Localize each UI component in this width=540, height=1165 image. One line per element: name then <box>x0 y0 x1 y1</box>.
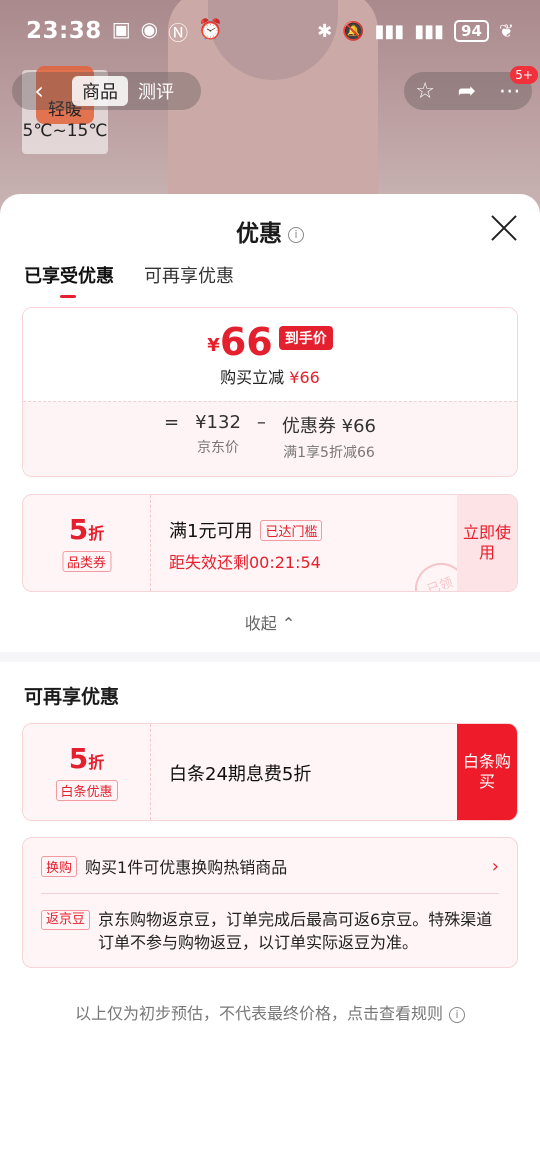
info-icon: i <box>449 1006 465 1023</box>
nfc-icon: Ⓝ <box>168 20 189 45</box>
coupon-value: 优惠券 ¥66 <box>281 416 376 437</box>
currency-symbol: ¥ <box>207 335 220 356</box>
app-notification-icon: ▣ <box>111 16 131 41</box>
signal-2-icon: ▮▮▮ <box>414 20 445 42</box>
discount-sheet: 优惠 i 已享受优惠 可再享优惠 ¥ 66 到手价 购买立减 ¥66 = ¥132… <box>0 194 540 1165</box>
bean-row: 返京豆 京东购物返京豆，订单完成后最高可返6京豆。特殊渠道订单不参与购物返豆，以… <box>41 908 501 954</box>
coupon-discount: 5折 <box>68 513 105 546</box>
leaf-icon: ❦ <box>498 20 514 42</box>
tab-review[interactable]: 测评 <box>128 76 184 106</box>
tab-enjoyed-discounts[interactable]: 已享受优惠 <box>24 262 114 298</box>
section-divider <box>0 652 540 662</box>
baitiao-title: 白条24期息费5折 <box>169 764 312 785</box>
bluetooth-icon: ✱ <box>317 20 333 42</box>
baitiao-coupon-card: 5折 白条优惠 白条24期息费5折 白条购买 <box>22 723 518 821</box>
divider <box>41 893 499 894</box>
close-button[interactable] <box>490 214 518 242</box>
reduce-value: ¥66 <box>289 368 320 387</box>
minus-sign: – <box>256 412 266 433</box>
weather-range: 5℃~15℃ <box>22 121 108 141</box>
discount-sub-tabs: 已享受优惠 可再享优惠 <box>24 262 234 298</box>
exchange-tag: 换购 <box>41 855 78 877</box>
coupon-type-label: 品类券 <box>61 551 112 572</box>
tab-product[interactable]: 商品 <box>72 76 128 106</box>
coupon-countdown: 距失效还剩00:21:54 <box>169 553 321 572</box>
eye-icon: ◉ <box>140 16 159 41</box>
back-button[interactable]: ‹ <box>12 72 66 110</box>
final-price: ¥ 66 到手价 <box>23 322 517 362</box>
status-time: 23:38 <box>26 18 102 44</box>
collapse-toggle[interactable]: 收起 ⌃ <box>0 610 540 634</box>
price-formula: = ¥132 京东价 – 优惠券 ¥66 满1享5折减66 <box>23 412 517 462</box>
extra-benefits-card: 换购 购买1件可优惠换购热销商品 › 返京豆 京东购物返京豆，订单完成后最高可返… <box>22 837 518 968</box>
cart-badge: 5+ <box>510 66 538 84</box>
status-bar: 23:38 ▣ ◉ Ⓝ ⏰ ✱ 🔕 ▮▮▮ ▮▮▮ 94 ❦ <box>0 0 540 62</box>
reduce-label: 购买立减 <box>220 368 285 387</box>
battery-indicator: 94 <box>454 20 489 42</box>
exchange-text: 购买1件可优惠换购热销商品 <box>85 858 288 877</box>
final-price-tag: 到手价 <box>278 326 333 350</box>
bean-text: 京东购物返京豆，订单完成后最高可返6京豆。特殊渠道订单不参与购物返豆，以订单实际… <box>98 910 493 952</box>
alarm-icon: ⏰ <box>198 16 223 41</box>
reduce-line: 购买立减 ¥66 <box>23 364 517 388</box>
jd-price-label: 京东价 <box>197 440 239 456</box>
equals-sign: = <box>164 412 180 433</box>
product-tabs: 商品 测评 <box>66 72 201 110</box>
final-price-value: 66 <box>219 320 273 364</box>
info-icon[interactable]: i <box>288 226 304 243</box>
chevron-left-icon: ‹ <box>34 77 44 105</box>
coupon-rule: 满1享5折减66 <box>283 445 375 461</box>
use-now-button[interactable]: 立即使用 <box>457 495 517 591</box>
sheet-title: 优惠 i <box>0 214 540 248</box>
threshold-tag: 已达门槛 <box>260 519 323 541</box>
footnote-text: 以上仅为初步预估，不代表最终价格，点击查看规则 <box>74 1004 443 1023</box>
system-icons: ✱ 🔕 ▮▮▮ ▮▮▮ 94 ❦ <box>317 20 514 42</box>
exchange-row[interactable]: 换购 购买1件可优惠换购热销商品 › <box>41 854 499 878</box>
notification-icons: ▣ ◉ Ⓝ ⏰ <box>112 17 223 46</box>
chevron-right-icon: › <box>491 855 499 877</box>
baitiao-type-label: 白条优惠 <box>55 780 118 801</box>
price-summary-card: ¥ 66 到手价 购买立减 ¥66 = ¥132 京东价 – 优惠券 ¥66 满… <box>22 307 518 477</box>
baitiao-buy-button[interactable]: 白条购买 <box>457 724 517 820</box>
rules-footnote[interactable]: 以上仅为初步预估，不代表最终价格，点击查看规则 i <box>0 1000 540 1024</box>
bean-tag: 返京豆 <box>41 910 91 930</box>
tab-more-discounts[interactable]: 可再享优惠 <box>144 262 234 288</box>
product-actions: ☆ ➦ ⋯ 5+ <box>404 66 538 110</box>
star-icon[interactable]: ☆ <box>415 79 435 104</box>
more-discounts-title: 可再享优惠 <box>24 686 120 708</box>
category-coupon-card: 5折 品类券 满1元可用 已达门槛 距失效还剩00:21:54 已领 立即使用 <box>22 494 518 592</box>
product-nav-bar: ‹ 商品 测评 ☆ ➦ ⋯ 5+ <box>12 66 538 110</box>
signal-icon: ▮▮▮ <box>374 20 405 42</box>
share-icon[interactable]: ➦ <box>458 79 476 104</box>
baitiao-discount: 5折 <box>68 742 105 775</box>
coupon-title: 满1元可用 <box>169 521 253 542</box>
jd-price: ¥132 <box>195 412 241 433</box>
mute-icon: 🔕 <box>342 20 365 42</box>
